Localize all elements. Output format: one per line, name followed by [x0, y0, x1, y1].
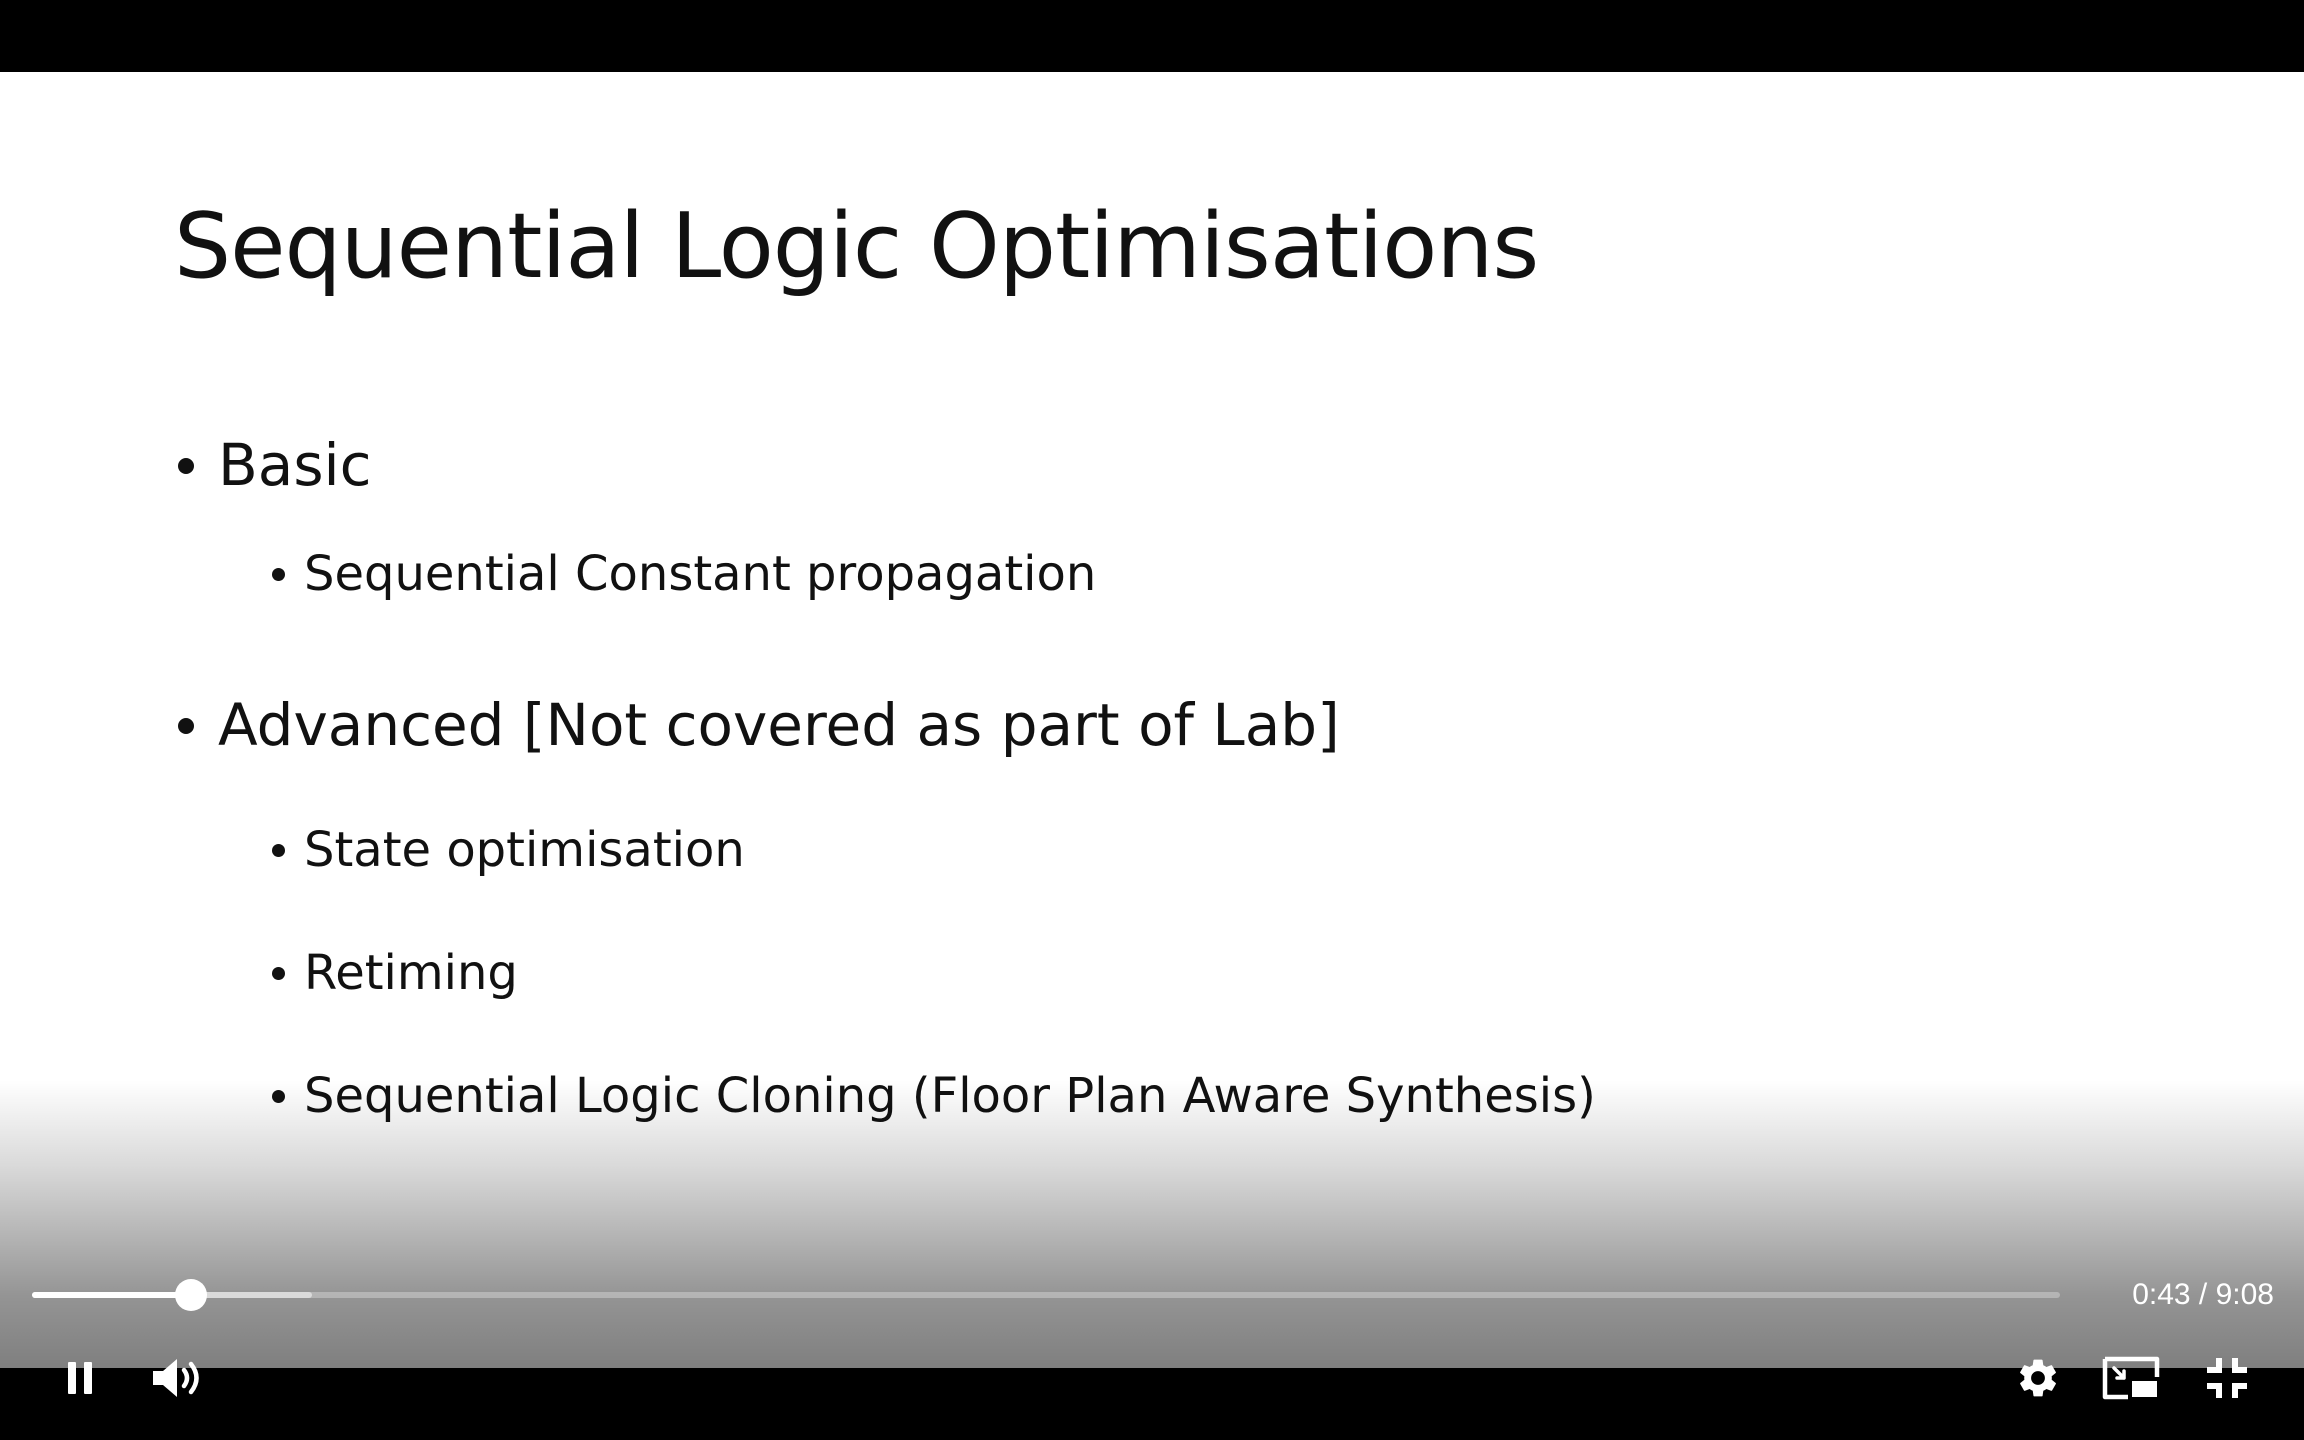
bullet-dot	[272, 568, 285, 581]
bullet-text: Advanced [Not covered as part of Lab]	[218, 691, 1340, 759]
bullet-sequential-logic-cloning: Sequential Logic Cloning (Floor Plan Awa…	[272, 1072, 1596, 1120]
bullet-text: State optimisation	[304, 822, 745, 878]
progress-bar[interactable]	[32, 1279, 2060, 1311]
progress-played	[32, 1292, 192, 1298]
exit-fullscreen-button[interactable]	[2200, 1350, 2254, 1406]
bullet-dot	[178, 718, 194, 734]
bullet-state-optimisation: State optimisation	[272, 826, 745, 874]
bullet-dot	[272, 844, 285, 857]
miniplayer-icon	[2102, 1356, 2160, 1400]
bullet-dot	[272, 967, 285, 980]
time-display: 0:43 / 9:08	[2132, 1278, 2274, 1311]
bullet-basic: Basic	[178, 436, 372, 494]
volume-icon	[153, 1359, 199, 1397]
pause-button[interactable]	[52, 1350, 108, 1406]
bullet-advanced: Advanced [Not covered as part of Lab]	[178, 696, 1340, 754]
bullet-text: Sequential Logic Cloning (Floor Plan Awa…	[304, 1068, 1596, 1124]
slide-title: Sequential Logic Optimisations	[174, 194, 1539, 299]
gear-icon	[2020, 1359, 2056, 1397]
bullet-retiming: Retiming	[272, 949, 518, 997]
bullet-text: Sequential Constant propagation	[304, 546, 1097, 602]
scrubber-handle[interactable]	[175, 1279, 208, 1311]
bullet-sequential-constant-propagation: Sequential Constant propagation	[272, 550, 1096, 598]
video-player[interactable]: Sequential Logic Optimisations Basic Seq…	[0, 0, 2304, 1440]
miniplayer-button[interactable]	[2100, 1350, 2162, 1406]
exit-fullscreen-icon	[2207, 1358, 2247, 1398]
letterbox-top	[0, 0, 2304, 72]
letterbox-bottom	[0, 1368, 2304, 1440]
bullet-text: Retiming	[304, 945, 518, 1001]
pause-icon	[68, 1362, 92, 1394]
settings-button[interactable]	[2008, 1350, 2068, 1406]
bullet-dot	[178, 458, 194, 474]
bullet-text: Basic	[218, 431, 372, 499]
bullet-dot	[272, 1090, 285, 1103]
video-frame[interactable]: Sequential Logic Optimisations Basic Seq…	[0, 72, 2304, 1368]
volume-button[interactable]	[146, 1350, 216, 1406]
